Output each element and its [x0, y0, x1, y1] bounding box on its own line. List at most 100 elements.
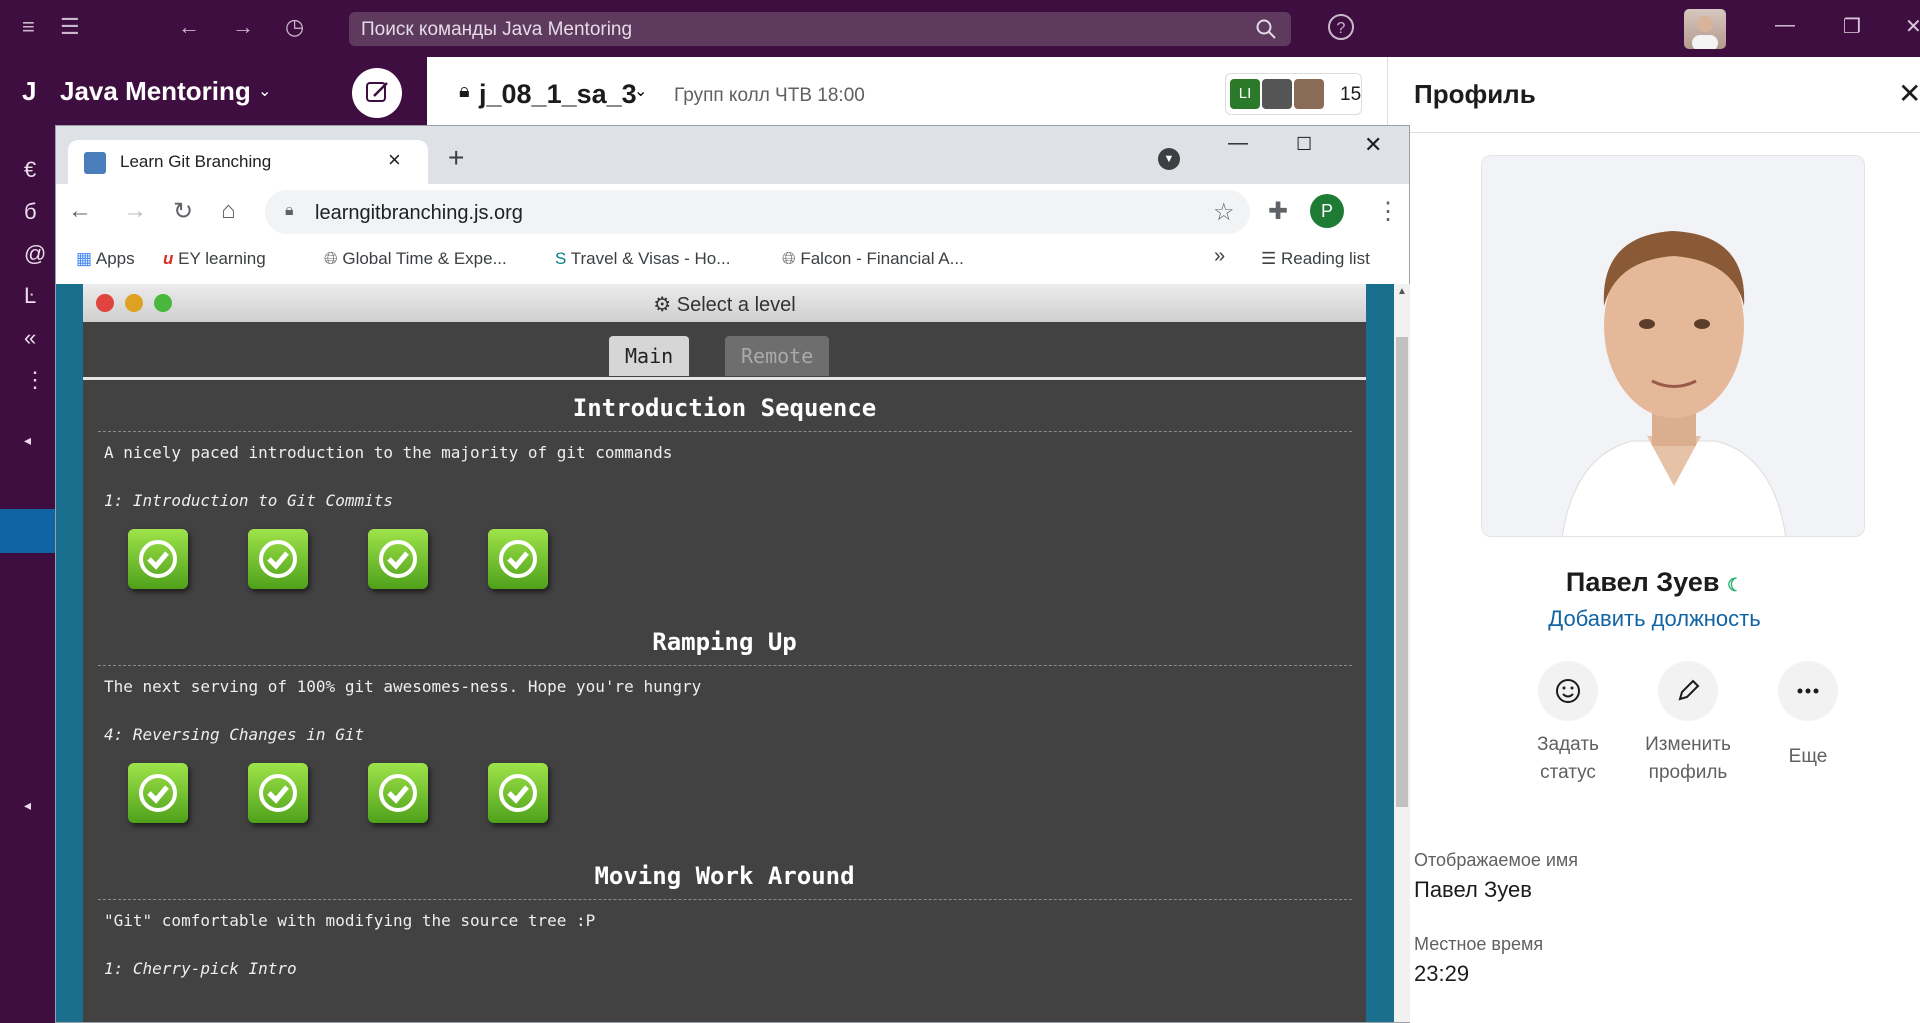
help-icon[interactable]: ?: [1326, 12, 1356, 48]
local-time-value: 23:29: [1414, 961, 1470, 986]
lock-icon[interactable]: 🔒︎: [285, 202, 294, 220]
button-label: Задать статус: [1537, 734, 1599, 783]
close-icon[interactable]: ×: [388, 147, 401, 173]
back-arrow-icon[interactable]: ←: [178, 14, 200, 40]
sidebar-active-item[interactable]: [0, 509, 55, 553]
divider: [98, 665, 1352, 666]
back-arrow-icon[interactable]: ←: [68, 197, 92, 225]
button-label: Изменить профиль: [1645, 734, 1731, 783]
edit-profile-button[interactable]: Изменить профиль: [1618, 661, 1758, 787]
level-completed-icon[interactable]: [128, 763, 188, 823]
browser-tab[interactable]: Learn Git Branching ×: [68, 140, 428, 184]
workspace-initial: J: [22, 76, 37, 106]
close-icon[interactable]: ✕: [1898, 77, 1920, 110]
level-completed-icon[interactable]: [368, 529, 428, 589]
git-favicon-icon: [84, 152, 106, 174]
bookmark-falcon[interactable]: 🌐︎ Falcon - Financial A...: [782, 249, 964, 269]
sidebar-glyph[interactable]: ⋮: [24, 367, 46, 393]
maximize-icon[interactable]: ☐: [1296, 134, 1312, 155]
sidebar-glyph[interactable]: «: [24, 325, 36, 351]
add-title-link[interactable]: Добавить должность: [1388, 606, 1920, 632]
profile-photo[interactable]: [1481, 155, 1865, 537]
restore-icon[interactable]: ❐: [1843, 14, 1861, 39]
user-avatar[interactable]: [1684, 9, 1726, 49]
page-content: ⚙ Select a level Main Remote Introductio…: [56, 284, 1394, 1022]
reading-list-icon: ☰: [1261, 249, 1277, 268]
button-label: Еще: [1788, 746, 1828, 767]
forward-arrow-icon[interactable]: →: [232, 14, 254, 40]
more-vert-icon[interactable]: ⋮: [1376, 197, 1400, 226]
dialog-title: ⚙ Select a level: [653, 294, 796, 316]
close-icon[interactable]: ✕: [1905, 14, 1920, 39]
level-completed-icon[interactable]: [248, 763, 308, 823]
level-completed-icon[interactable]: [488, 763, 548, 823]
channel-name[interactable]: j_08_1_sa_3: [479, 79, 637, 110]
sidebar-glyph[interactable]: @: [24, 241, 46, 267]
profile-title: Профиль: [1414, 79, 1536, 109]
minimize-icon[interactable]: —: [1775, 14, 1795, 37]
bookmark-travel-visas[interactable]: S Travel & Visas - Ho...: [555, 249, 730, 269]
extensions-icon[interactable]: ✚: [1268, 197, 1288, 226]
local-time-label: Местное время: [1414, 934, 1544, 954]
reading-list-button[interactable]: ☰ Reading list: [1261, 249, 1370, 269]
level-completed-icon[interactable]: [128, 529, 188, 589]
scrollbar[interactable]: ▲: [1394, 284, 1410, 1022]
slack-top-bar: ≡ ☰ ← → ◷ Поиск команды Java Mentoring ?…: [0, 0, 1920, 57]
sidebar-glyph[interactable]: ◂: [24, 432, 31, 449]
dialog-titlebar: ⚙ Select a level: [83, 284, 1366, 322]
close-icon[interactable]: ✕: [1364, 132, 1382, 158]
members-button[interactable]: LI 15: [1225, 73, 1362, 115]
divider: [1388, 132, 1920, 133]
search-icon[interactable]: [1255, 18, 1277, 45]
bookmarks-bar: ▦ Apps u EY learning 🌐︎ Global Time & Ex…: [56, 234, 1409, 284]
new-tab-icon[interactable]: +: [448, 142, 464, 174]
minimize-icon[interactable]: —: [1228, 132, 1248, 155]
search-input[interactable]: Поиск команды Java Mentoring: [349, 12, 1291, 46]
sidebar-glyph[interactable]: €: [24, 157, 36, 183]
scroll-up-icon[interactable]: ▲: [1397, 286, 1407, 297]
chevron-down-icon[interactable]: ⌄: [258, 81, 271, 101]
sequence-description: A nicely paced introduction to the major…: [104, 443, 673, 462]
sequence-description: The next serving of 100% git awesomes-ne…: [104, 677, 702, 696]
level-completed-icon[interactable]: [248, 529, 308, 589]
forward-arrow-icon[interactable]: →: [123, 197, 147, 225]
tab-remote[interactable]: Remote: [725, 336, 830, 376]
lock-icon: 🔒︎: [459, 80, 470, 102]
sidebar-glyph[interactable]: Ŀ: [24, 283, 36, 309]
bookmarks-overflow[interactable]: »: [1214, 245, 1225, 268]
compose-button[interactable]: [352, 68, 402, 118]
smile-icon: [1538, 661, 1598, 721]
profile-name: Павел Зуев ☾: [1388, 567, 1920, 598]
bookmark-global-time[interactable]: 🌐︎ Global Time & Expe...: [324, 249, 507, 269]
workspace-header[interactable]: J Java Mentoring ⌄: [0, 57, 427, 127]
level-completed-icon[interactable]: [368, 763, 428, 823]
hamburger-icon[interactable]: ≡: [22, 14, 35, 40]
reload-icon[interactable]: ↻: [173, 197, 193, 226]
display-name-label: Отображаемое имя: [1414, 850, 1579, 870]
sequence-title: Introduction Sequence: [572, 394, 877, 422]
scroll-thumb[interactable]: [1396, 337, 1408, 807]
channel-topic[interactable]: Групп колл ЧТВ 18:00: [674, 85, 865, 107]
sequence-title: Moving Work Around: [594, 862, 855, 890]
workspace-name[interactable]: Java Mentoring: [60, 76, 251, 107]
bookmark-apps[interactable]: ▦ Apps: [76, 249, 135, 269]
address-bar[interactable]: 🔒︎ learngitbranching.js.org ☆: [265, 190, 1250, 234]
star-icon[interactable]: ☆: [1213, 198, 1235, 227]
set-status-button[interactable]: Задать статус: [1498, 661, 1638, 787]
bookmark-ey-learning[interactable]: u EY learning: [163, 249, 266, 269]
tab-main[interactable]: Main: [609, 336, 690, 376]
sidebar-glyph[interactable]: ◂: [24, 797, 31, 814]
level-completed-icon[interactable]: [488, 529, 548, 589]
tab-search-icon[interactable]: ▼: [1158, 148, 1180, 170]
sidebar-glyph[interactable]: б: [24, 199, 37, 225]
more-button[interactable]: Еще: [1738, 661, 1878, 771]
menu-icon[interactable]: ☰: [60, 14, 80, 40]
home-icon[interactable]: ⌂: [221, 197, 236, 225]
chevron-down-icon[interactable]: ⌄: [634, 81, 647, 101]
history-icon[interactable]: ◷: [285, 14, 304, 40]
profile-avatar[interactable]: P: [1310, 194, 1344, 228]
level-select-dialog: ⚙ Select a level Main Remote Introductio…: [83, 284, 1366, 1022]
url-text[interactable]: learngitbranching.js.org: [315, 202, 523, 225]
divider: [98, 431, 1352, 432]
profile-name-text: Павел Зуев: [1565, 567, 1720, 597]
